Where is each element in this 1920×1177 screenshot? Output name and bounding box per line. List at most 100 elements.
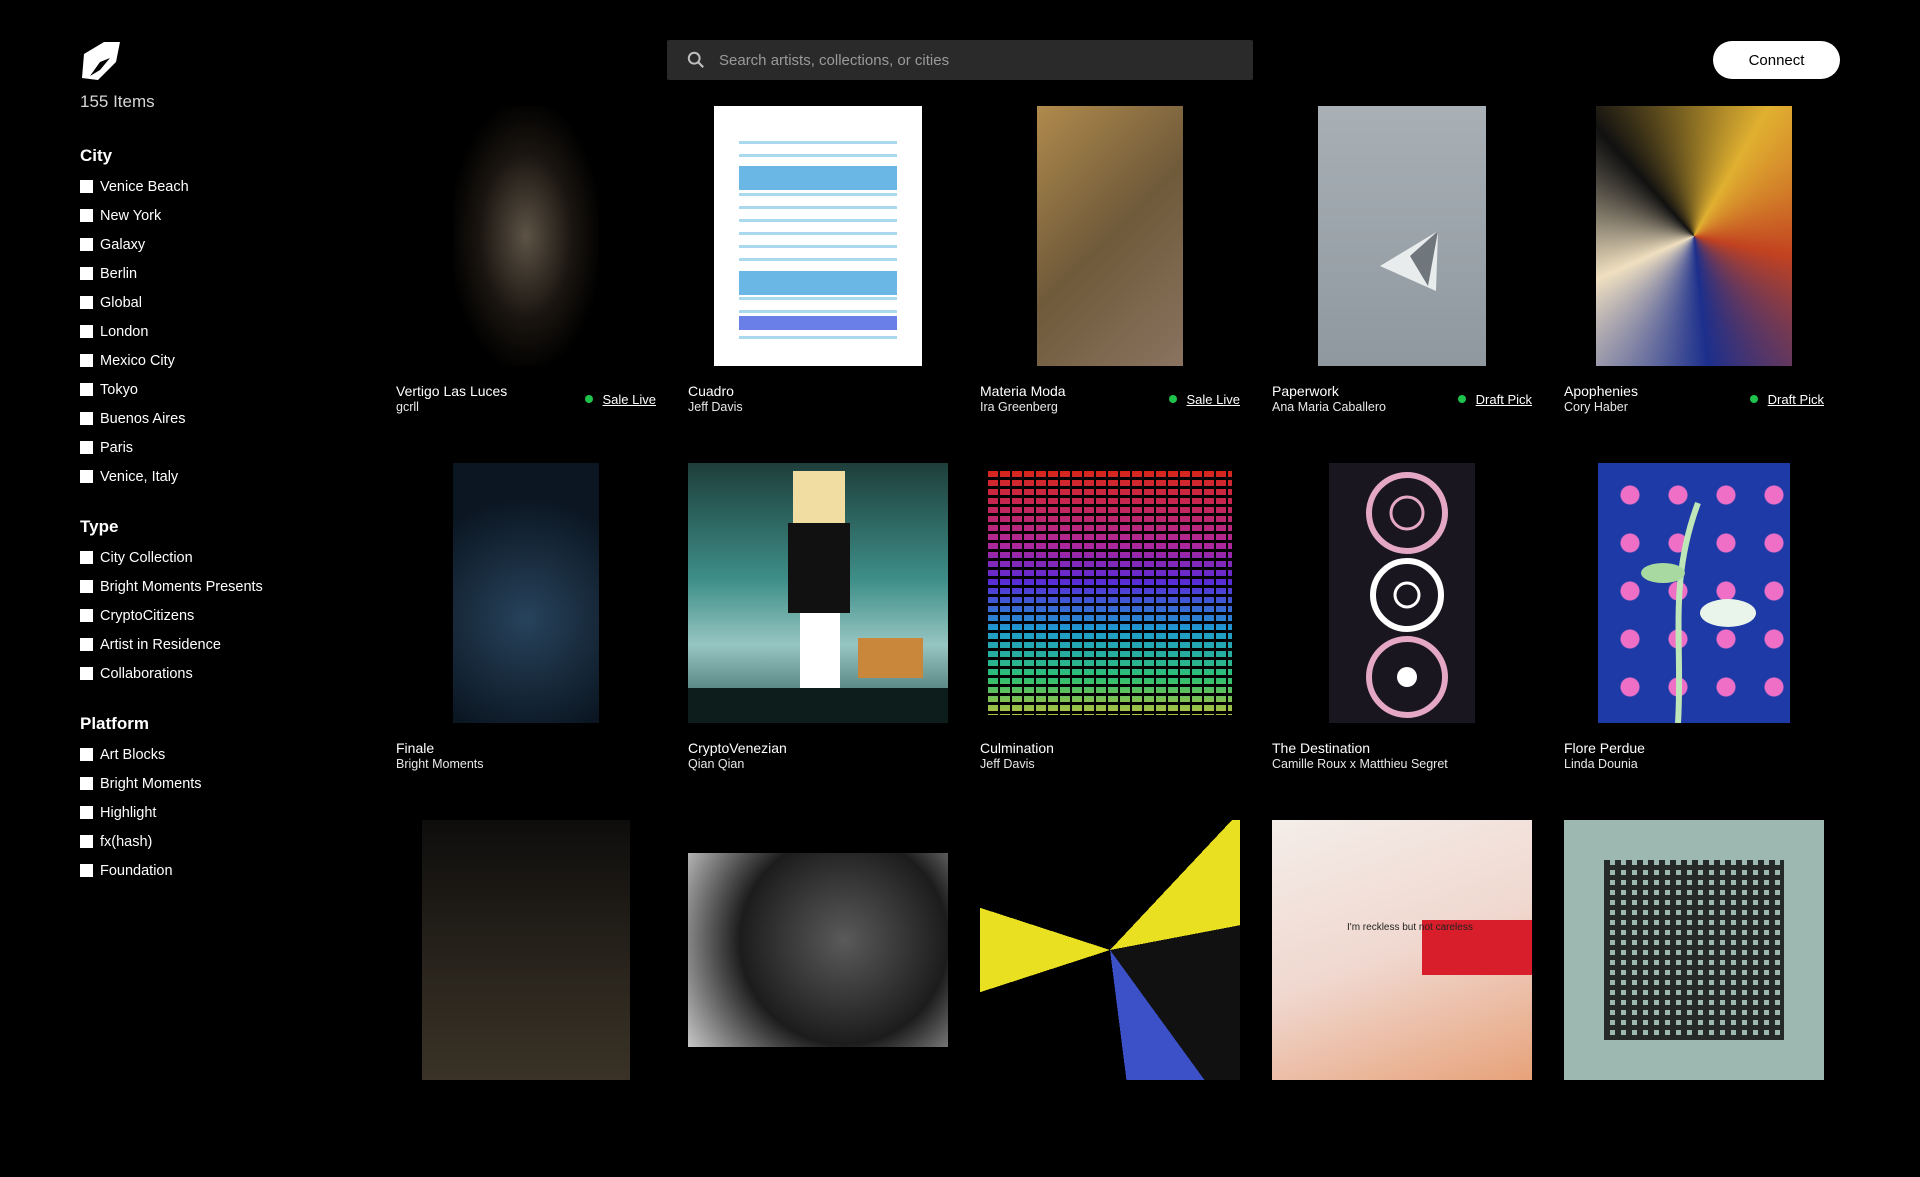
bright-moments-logo[interactable] [80, 40, 120, 80]
checkbox[interactable] [80, 551, 93, 564]
status-link[interactable]: Draft Pick [1749, 383, 1824, 415]
artwork-thumbnail[interactable] [396, 820, 656, 1080]
artwork-thumbnail[interactable] [396, 463, 656, 723]
status-dot-icon [1168, 395, 1177, 403]
status-dot-icon [584, 395, 593, 403]
collection-card[interactable] [688, 820, 948, 1177]
checkbox[interactable] [80, 354, 93, 367]
artwork-thumbnail[interactable] [1272, 106, 1532, 366]
connect-button[interactable]: Connect [1713, 41, 1840, 79]
checkbox[interactable] [80, 667, 93, 680]
filter-option-mexico-city[interactable]: Mexico City [80, 346, 340, 375]
artwork-thumbnail[interactable] [1564, 463, 1824, 723]
checkbox[interactable] [80, 325, 93, 338]
status-link[interactable]: Sale Live [584, 383, 656, 415]
collection-card[interactable]: Cuadro Jeff Davis [688, 106, 948, 463]
filter-option-new-york[interactable]: New York [80, 201, 340, 230]
artwork-thumbnail[interactable] [688, 820, 948, 1080]
collection-card[interactable]: Flore Perdue Linda Dounia [1564, 463, 1824, 820]
checkbox[interactable] [80, 806, 93, 819]
collection-card[interactable]: Vertigo Las Luces gcrll Sale Live [396, 106, 656, 463]
artwork-thumbnail[interactable] [980, 820, 1240, 1080]
search-input[interactable] [717, 50, 1221, 70]
artwork-thumbnail[interactable] [688, 106, 948, 366]
artwork-thumbnail[interactable] [688, 463, 948, 723]
artwork-thumbnail[interactable] [396, 106, 656, 366]
collection-title: Materia Moda [980, 383, 1066, 399]
collection-title: Vertigo Las Luces [396, 383, 508, 399]
filter-heading-platform: Platform [80, 714, 149, 733]
collection-card[interactable] [396, 820, 656, 1177]
artist-name: Jeff Davis [980, 757, 1035, 771]
filter-option-city-collection[interactable]: City Collection [80, 543, 340, 572]
filter-option-art-blocks[interactable]: Art Blocks [80, 740, 340, 769]
filter-group-city: City Venice Beach New York Galaxy Berlin… [80, 146, 340, 491]
filter-heading-type: Type [80, 517, 119, 536]
collection-card[interactable]: Apophenies Cory Haber Draft Pick [1564, 106, 1824, 463]
filter-option-paris[interactable]: Paris [80, 433, 340, 462]
collection-card[interactable] [980, 820, 1240, 1177]
artwork-thumbnail[interactable] [980, 463, 1240, 723]
artwork-thumbnail[interactable] [1564, 820, 1824, 1080]
checkbox[interactable] [80, 383, 93, 396]
checkbox[interactable] [80, 638, 93, 651]
checkbox[interactable] [80, 209, 93, 222]
filter-option-galaxy[interactable]: Galaxy [80, 230, 340, 259]
collection-card[interactable]: Paperwork Ana Maria Caballero Draft Pick [1272, 106, 1532, 463]
filter-sidebar: City Venice Beach New York Galaxy Berlin… [80, 146, 340, 911]
artwork-thumbnail[interactable] [980, 106, 1240, 366]
collection-title: Flore Perdue [1564, 740, 1645, 756]
filter-option-venice-beach[interactable]: Venice Beach [80, 172, 340, 201]
checkbox[interactable] [80, 609, 93, 622]
status-link[interactable]: Draft Pick [1457, 383, 1532, 415]
artist-name: Camille Roux x Matthieu Segret [1272, 757, 1448, 771]
filter-option-highlight[interactable]: Highlight [80, 798, 340, 827]
filter-heading-city: City [80, 146, 113, 165]
collection-card[interactable]: The Destination Camille Roux x Matthieu S… [1272, 463, 1532, 820]
checkbox[interactable] [80, 441, 93, 454]
collection-card[interactable]: CryptoVenezian Qian Qian [688, 463, 948, 820]
filter-option-buenos-aires[interactable]: Buenos Aires [80, 404, 340, 433]
checkbox[interactable] [80, 412, 93, 425]
collection-title: Finale [396, 740, 435, 756]
checkbox[interactable] [80, 238, 93, 251]
artist-name: Qian Qian [688, 757, 745, 771]
checkbox[interactable] [80, 580, 93, 593]
collection-card[interactable]: Materia Moda Ira Greenberg Sale Live [980, 106, 1240, 463]
artist-name: Ana Maria Caballero [1272, 400, 1386, 414]
collection-card[interactable]: Finale Bright Moments [396, 463, 656, 820]
checkbox[interactable] [80, 748, 93, 761]
filter-option-foundation[interactable]: Foundation [80, 856, 340, 885]
artwork-thumbnail[interactable] [1564, 106, 1824, 366]
collection-card[interactable] [1564, 820, 1824, 1177]
status-link[interactable]: Sale Live [1168, 383, 1240, 415]
filter-option-bright-moments-presents[interactable]: Bright Moments Presents [80, 572, 340, 601]
artist-name: Jeff Davis [688, 400, 743, 414]
checkbox[interactable] [80, 180, 93, 193]
filter-option-tokyo[interactable]: Tokyo [80, 375, 340, 404]
collection-card[interactable]: I'm reckless but not careless [1272, 820, 1532, 1177]
search-bar[interactable] [667, 40, 1253, 80]
artist-name: Cory Haber [1564, 400, 1628, 414]
checkbox[interactable] [80, 267, 93, 280]
artwork-thumbnail[interactable] [1272, 463, 1532, 723]
filter-option-london[interactable]: London [80, 317, 340, 346]
checkbox[interactable] [80, 470, 93, 483]
filter-option-collaborations[interactable]: Collaborations [80, 659, 340, 688]
checkbox[interactable] [80, 777, 93, 790]
item-count: 155 Items [80, 92, 155, 111]
filter-option-artist-in-residence[interactable]: Artist in Residence [80, 630, 340, 659]
filter-option-bright-moments[interactable]: Bright Moments [80, 769, 340, 798]
collection-title: Apophenies [1564, 383, 1638, 399]
artwork-thumbnail[interactable]: I'm reckless but not careless [1272, 820, 1532, 1080]
collection-card[interactable]: Culmination Jeff Davis [980, 463, 1240, 820]
filter-option-berlin[interactable]: Berlin [80, 259, 340, 288]
checkbox[interactable] [80, 296, 93, 309]
filter-option-global[interactable]: Global [80, 288, 340, 317]
filter-option-cryptocitizens[interactable]: CryptoCitizens [80, 601, 340, 630]
filter-option-fxhash[interactable]: fx(hash) [80, 827, 340, 856]
artist-name: gcrll [396, 400, 419, 414]
filter-option-venice-italy[interactable]: Venice, Italy [80, 462, 340, 491]
checkbox[interactable] [80, 864, 93, 877]
checkbox[interactable] [80, 835, 93, 848]
